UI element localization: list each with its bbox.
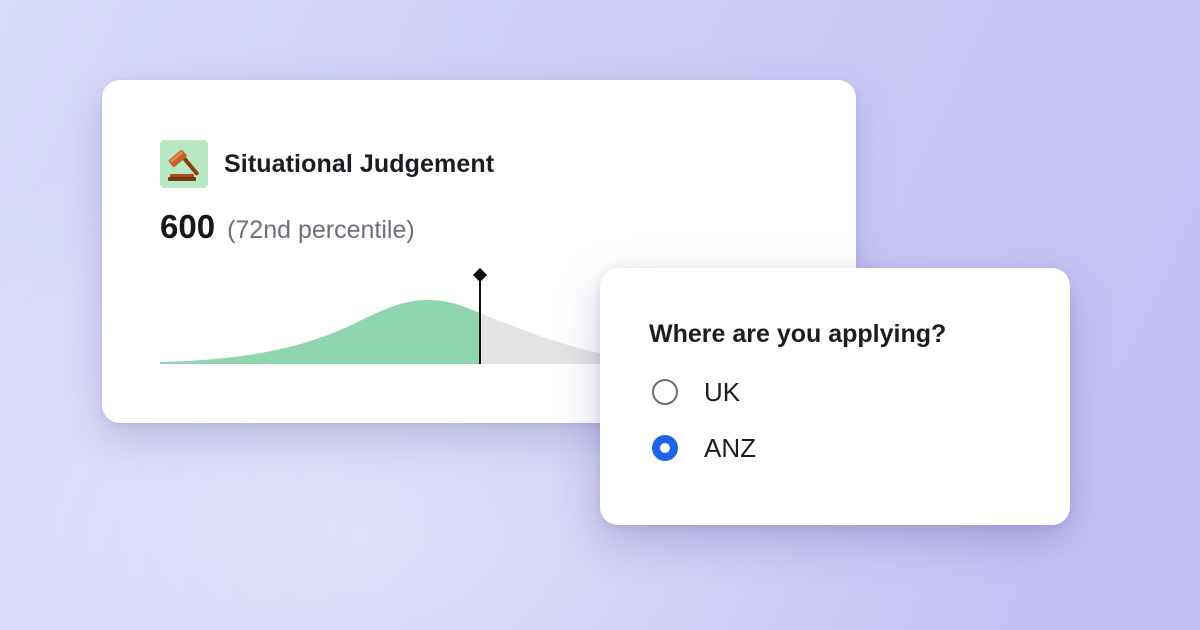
radio-anz[interactable] [652,435,678,461]
card-title: Situational Judgement [224,149,495,178]
score-percentile: (72nd percentile) [227,216,415,244]
option-anz[interactable]: ANZ [652,432,756,464]
score-value: 600 [160,208,216,245]
question-text: Where are you applying? [649,320,947,348]
region-question-card: Where are you applying? UK ANZ [600,268,1070,525]
score-line: 600 (72nd percentile) [160,208,415,246]
gavel-icon [160,140,208,188]
option-uk[interactable]: UK [652,376,740,408]
score-marker-diamond [472,267,488,283]
card-header: Situational Judgement [160,140,494,188]
option-label-anz: ANZ [704,432,756,463]
radio-uk[interactable] [652,379,678,405]
option-label-uk: UK [704,376,741,407]
distribution-filled-area [160,300,480,364]
